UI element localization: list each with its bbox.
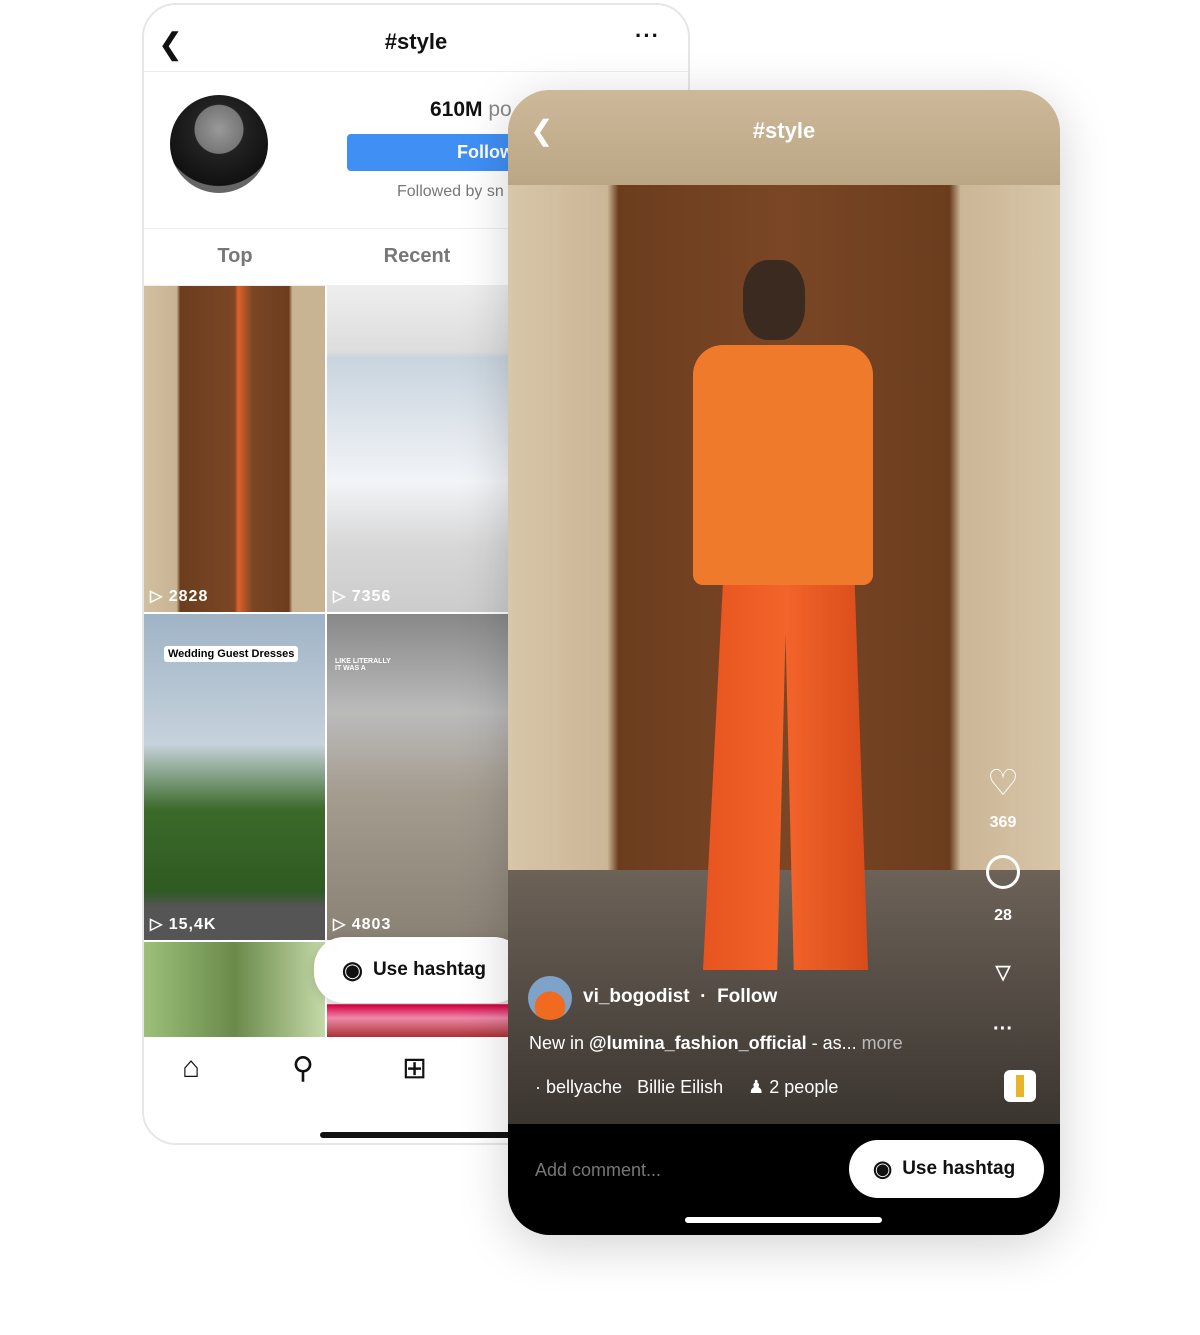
home-indicator: [685, 1217, 882, 1223]
tab-recent[interactable]: Recent: [326, 229, 508, 285]
avatar: [170, 95, 268, 193]
home-icon[interactable]: ⌂: [182, 1051, 200, 1085]
overlay-text: LIKE LITERALLY IT WAS A: [335, 658, 391, 672]
play-count: ▷ 7356: [333, 588, 392, 605]
song-name: bellyache: [546, 1077, 623, 1097]
grid-post[interactable]: [144, 942, 325, 1037]
follow-link[interactable]: Follow: [717, 986, 777, 1007]
play-count: ▷ 15,4K: [150, 916, 217, 933]
grid-post[interactable]: Wedding Guest Dresses ▷ 15,4K: [144, 614, 325, 940]
use-hashtag-button[interactable]: ◉ Use hashtag: [849, 1140, 1044, 1198]
posts-count: 610M po: [430, 98, 512, 122]
mention-link[interactable]: @lumina_fashion_official: [589, 1033, 807, 1053]
home-indicator: [320, 1132, 520, 1138]
followed-by-text: Followed by sn: [397, 183, 504, 200]
send-icon[interactable]: ▿: [995, 952, 1011, 990]
plus-square-icon[interactable]: ⊞: [402, 1051, 427, 1086]
comment-input[interactable]: Add comment...: [535, 1160, 661, 1181]
use-hashtag-button[interactable]: ◉ Use hashtag: [314, 937, 524, 1003]
tagged-people[interactable]: 2 people: [769, 1077, 838, 1097]
play-count: ▷ 4803: [333, 916, 392, 933]
reel-viewer-screen: ❮ #style ♡ 369 28 ▿ ··· vi_bogodist · Fo…: [508, 90, 1060, 1235]
overlay-text: Wedding Guest Dresses: [164, 646, 299, 662]
camera-icon: ◉: [342, 956, 363, 984]
grid-post[interactable]: ▷ 2828: [144, 286, 325, 612]
more-horizontal-icon[interactable]: ···: [635, 23, 660, 49]
caption[interactable]: New in @lumina_fashion_official - as... …: [529, 1033, 903, 1054]
comment-bar: Add comment... ◉ Use hashtag: [508, 1124, 1060, 1235]
tab-top[interactable]: Top: [144, 229, 326, 285]
grid-post[interactable]: ▷ 7356: [327, 286, 510, 612]
play-count: ▷ 2828: [150, 588, 209, 605]
search-icon[interactable]: ⚲: [292, 1051, 314, 1086]
audio-thumbnail[interactable]: [1004, 1070, 1036, 1102]
heart-icon[interactable]: ♡: [987, 762, 1019, 804]
posts-number: 610M: [430, 98, 483, 121]
header: ❮ #style ···: [144, 5, 688, 72]
more-horizontal-icon[interactable]: ···: [993, 1018, 1013, 1041]
like-count: 369: [989, 814, 1017, 831]
use-hashtag-label: Use hashtag: [372, 959, 486, 980]
person-icon: ♟: [748, 1077, 765, 1097]
audio-info[interactable]: · bellyache Billie Eilish ♟ 2 people: [535, 1077, 838, 1098]
grid-post[interactable]: LIKE LITERALLY IT WAS A ▷ 4803: [327, 614, 510, 940]
use-hashtag-label: Use hashtag: [902, 1158, 1016, 1179]
username[interactable]: vi_bogodist: [583, 986, 690, 1007]
more-link[interactable]: more: [857, 1033, 903, 1053]
user-line: vi_bogodist · Follow: [583, 986, 778, 1007]
comment-icon[interactable]: [986, 855, 1020, 889]
page-title: #style: [752, 118, 816, 143]
video-subject: [683, 260, 883, 980]
comment-count: 28: [994, 907, 1012, 924]
user-avatar[interactable]: [528, 976, 572, 1020]
artist-name: Billie Eilish: [637, 1077, 724, 1097]
camera-icon: ◉: [873, 1156, 893, 1181]
page-title: #style: [384, 29, 448, 54]
